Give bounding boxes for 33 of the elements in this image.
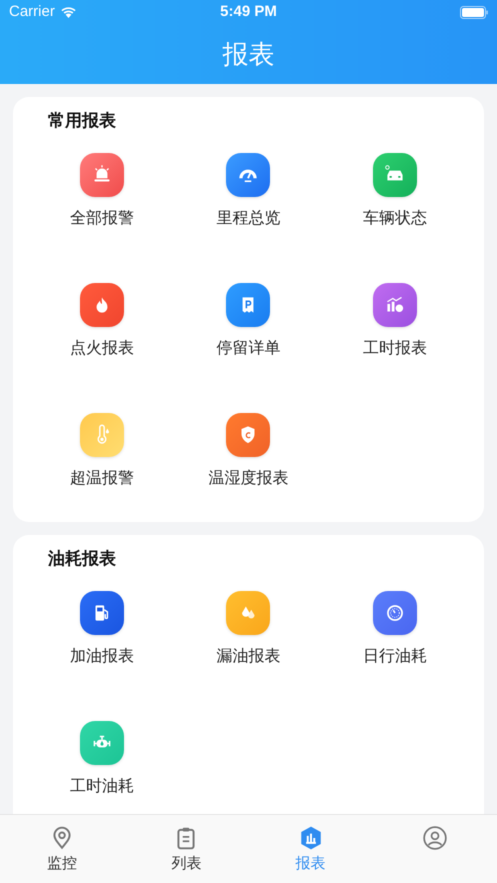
fuel-pump-icon[interactable] [80,591,124,635]
car-icon[interactable] [372,153,417,197]
wifi-icon [60,6,77,18]
engine-icon[interactable] [80,721,124,765]
chart-clock-icon[interactable] [372,283,417,327]
report-label[interactable]: 停留详单 [216,339,280,359]
section-title: 常用报表 [48,110,116,132]
siren-icon[interactable] [80,153,124,197]
report-label[interactable]: 点火报表 [70,339,134,359]
report-label[interactable]: 温湿度报表 [208,469,288,489]
report-label[interactable]: 全部报警 [70,209,134,229]
clock-text: 5:49 PM [220,2,277,22]
gauge-icon[interactable] [226,153,270,197]
battery-icon [460,6,488,18]
water-drops-icon[interactable] [226,591,270,635]
report-label[interactable]: 超温报警 [70,469,134,489]
flame-icon[interactable] [80,283,124,327]
tab-item[interactable]: 列表 [124,815,248,883]
carrier-text: Carrier [9,2,55,22]
section-title: 油耗报表 [48,548,116,570]
report-label[interactable]: 漏油报表 [216,647,280,667]
report-label[interactable]: 里程总览 [216,209,280,229]
report-label[interactable]: 车辆状态 [362,209,427,229]
report-label[interactable]: 日行油耗 [362,647,427,667]
report-label[interactable]: 加油报表 [70,647,134,667]
report-label[interactable]: 工时报表 [362,339,427,359]
tab-item[interactable]: 监控 [0,815,124,883]
parking-icon[interactable] [226,283,270,327]
user-icon [422,825,448,851]
dial-icon[interactable] [372,591,417,635]
shield-icon[interactable] [226,413,270,457]
page-title: 报表 [222,38,274,70]
report-label[interactable]: 工时油耗 [70,777,134,797]
